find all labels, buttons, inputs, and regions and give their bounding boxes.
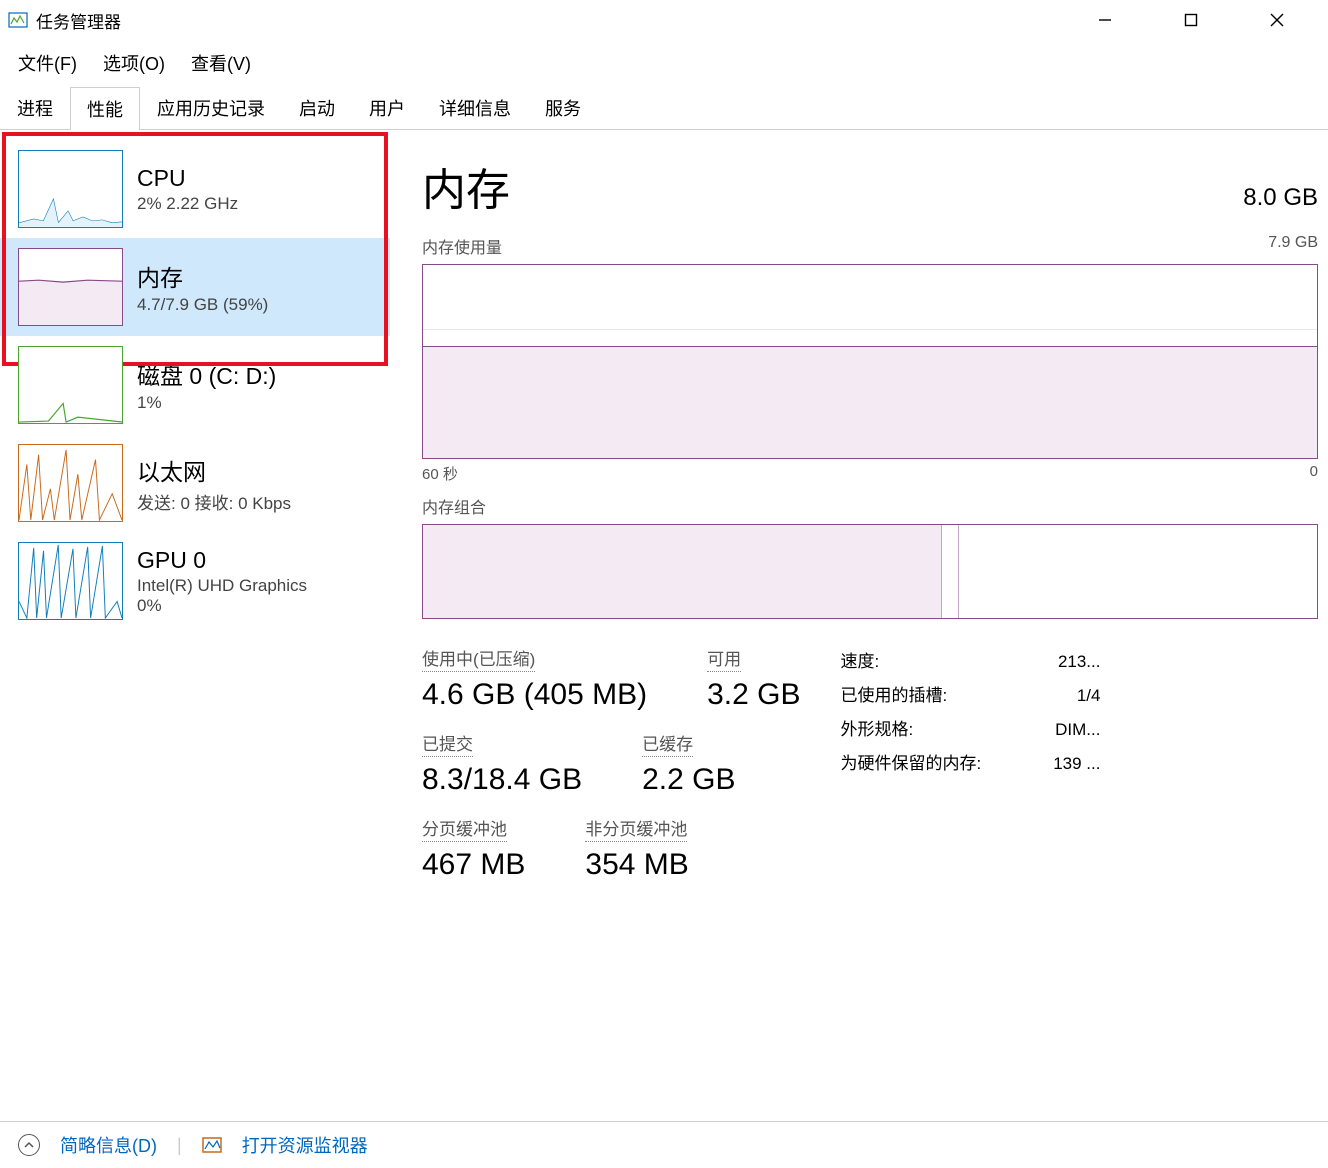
sidebar-item-ethernet[interactable]: 以太网 发送: 0 接收: 0 Kbps — [0, 434, 390, 532]
fewer-details-link[interactable]: 简略信息(D) — [60, 1132, 157, 1158]
slots-label: 已使用的插槽: — [840, 679, 947, 713]
disk-thumbnail — [18, 346, 123, 424]
cpu-title: CPU — [137, 165, 238, 192]
chevron-up-icon[interactable] — [18, 1134, 40, 1156]
details-panel: 内存 8.0 GB 内存使用量 7.9 GB 60 秒 0 内存组合 使用中(已… — [390, 130, 1328, 1121]
detail-total: 8.0 GB — [1243, 184, 1318, 212]
close-button[interactable] — [1254, 4, 1300, 36]
reserved-label: 为硬件保留的内存: — [840, 747, 981, 781]
app-icon — [8, 10, 28, 30]
sidebar: CPU 2% 2.22 GHz 内存 4.7/7.9 GB (59%) 磁盘 0… — [0, 130, 390, 1121]
menu-view[interactable]: 查看(V) — [191, 50, 251, 76]
gpu-thumbnail — [18, 542, 123, 620]
cached-value: 2.2 GB — [642, 763, 735, 797]
cpu-sub: 2% 2.22 GHz — [137, 194, 238, 214]
nonpaged-value: 354 MB — [585, 848, 688, 882]
in-use-label: 使用中(已压缩) — [422, 645, 535, 672]
nonpaged-label: 非分页缓冲池 — [585, 815, 687, 842]
usage-max: 7.9 GB — [1268, 234, 1318, 258]
ethernet-title: 以太网 — [137, 453, 291, 487]
in-use-value: 4.6 GB (405 MB) — [422, 678, 647, 712]
sidebar-item-cpu[interactable]: CPU 2% 2.22 GHz — [0, 140, 390, 238]
form-label: 外形规格: — [840, 713, 913, 747]
paged-value: 467 MB — [422, 848, 525, 882]
memory-sub: 4.7/7.9 GB (59%) — [137, 295, 268, 315]
detail-title: 内存 — [422, 154, 510, 218]
form-value: DIM... — [1055, 713, 1100, 747]
disk-title: 磁盘 0 (C: D:) — [137, 357, 276, 391]
titlebar: 任务管理器 — [0, 0, 1328, 40]
resmon-icon — [202, 1135, 222, 1155]
slots-value: 1/4 — [1077, 679, 1101, 713]
memory-thumbnail — [18, 248, 123, 326]
tab-performance[interactable]: 性能 — [70, 87, 140, 130]
side-stats: 速度: 213... 已使用的插槽: 1/4 外形规格: DIM... 为硬件保留的内… — [840, 645, 1100, 900]
menu-file[interactable]: 文件(F) — [18, 50, 77, 76]
committed-value: 8.3/18.4 GB — [422, 763, 582, 797]
speed-value: 213... — [1058, 645, 1101, 679]
xaxis-right: 0 — [1310, 463, 1318, 484]
menu-options[interactable]: 选项(O) — [103, 50, 165, 76]
committed-label: 已提交 — [422, 730, 473, 757]
window-title: 任务管理器 — [36, 8, 121, 33]
tab-services[interactable]: 服务 — [528, 86, 598, 129]
tab-bar: 进程 性能 应用历史记录 启动 用户 详细信息 服务 — [0, 86, 1328, 130]
memory-usage-graph — [422, 264, 1318, 459]
sidebar-item-gpu[interactable]: GPU 0 Intel(R) UHD Graphics 0% — [0, 532, 390, 630]
reserved-value: 139 ... — [1053, 747, 1100, 781]
gpu-title: GPU 0 — [137, 547, 307, 574]
memory-title: 内存 — [137, 259, 268, 293]
gpu-sub: Intel(R) UHD Graphics 0% — [137, 576, 307, 616]
footer: 简略信息(D) | 打开资源监视器 — [0, 1121, 1328, 1168]
disk-sub: 1% — [137, 393, 276, 413]
composition-label: 内存组合 — [422, 494, 1318, 518]
open-resmon-link[interactable]: 打开资源监视器 — [242, 1132, 368, 1158]
tab-processes[interactable]: 进程 — [0, 86, 70, 129]
xaxis-left: 60 秒 — [422, 463, 458, 484]
main-area: CPU 2% 2.22 GHz 内存 4.7/7.9 GB (59%) 磁盘 0… — [0, 130, 1328, 1121]
cpu-thumbnail — [18, 150, 123, 228]
maximize-button[interactable] — [1168, 4, 1214, 36]
available-label: 可用 — [707, 645, 741, 672]
window-controls — [1082, 4, 1320, 36]
sidebar-item-memory[interactable]: 内存 4.7/7.9 GB (59%) — [0, 238, 390, 336]
tab-startup[interactable]: 启动 — [282, 86, 352, 129]
menu-bar: 文件(F) 选项(O) 查看(V) — [0, 40, 1328, 86]
tab-details[interactable]: 详细信息 — [422, 86, 528, 129]
paged-label: 分页缓冲池 — [422, 815, 507, 842]
composition-bar — [422, 524, 1318, 619]
tab-users[interactable]: 用户 — [352, 86, 422, 129]
speed-label: 速度: — [840, 645, 879, 679]
cached-label: 已缓存 — [642, 730, 693, 757]
sidebar-item-disk[interactable]: 磁盘 0 (C: D:) 1% — [0, 336, 390, 434]
ethernet-thumbnail — [18, 444, 123, 522]
available-value: 3.2 GB — [707, 678, 800, 712]
tab-app-history[interactable]: 应用历史记录 — [140, 86, 282, 129]
ethernet-sub: 发送: 0 接收: 0 Kbps — [137, 489, 291, 514]
minimize-button[interactable] — [1082, 4, 1128, 36]
usage-label: 内存使用量 — [422, 234, 502, 258]
